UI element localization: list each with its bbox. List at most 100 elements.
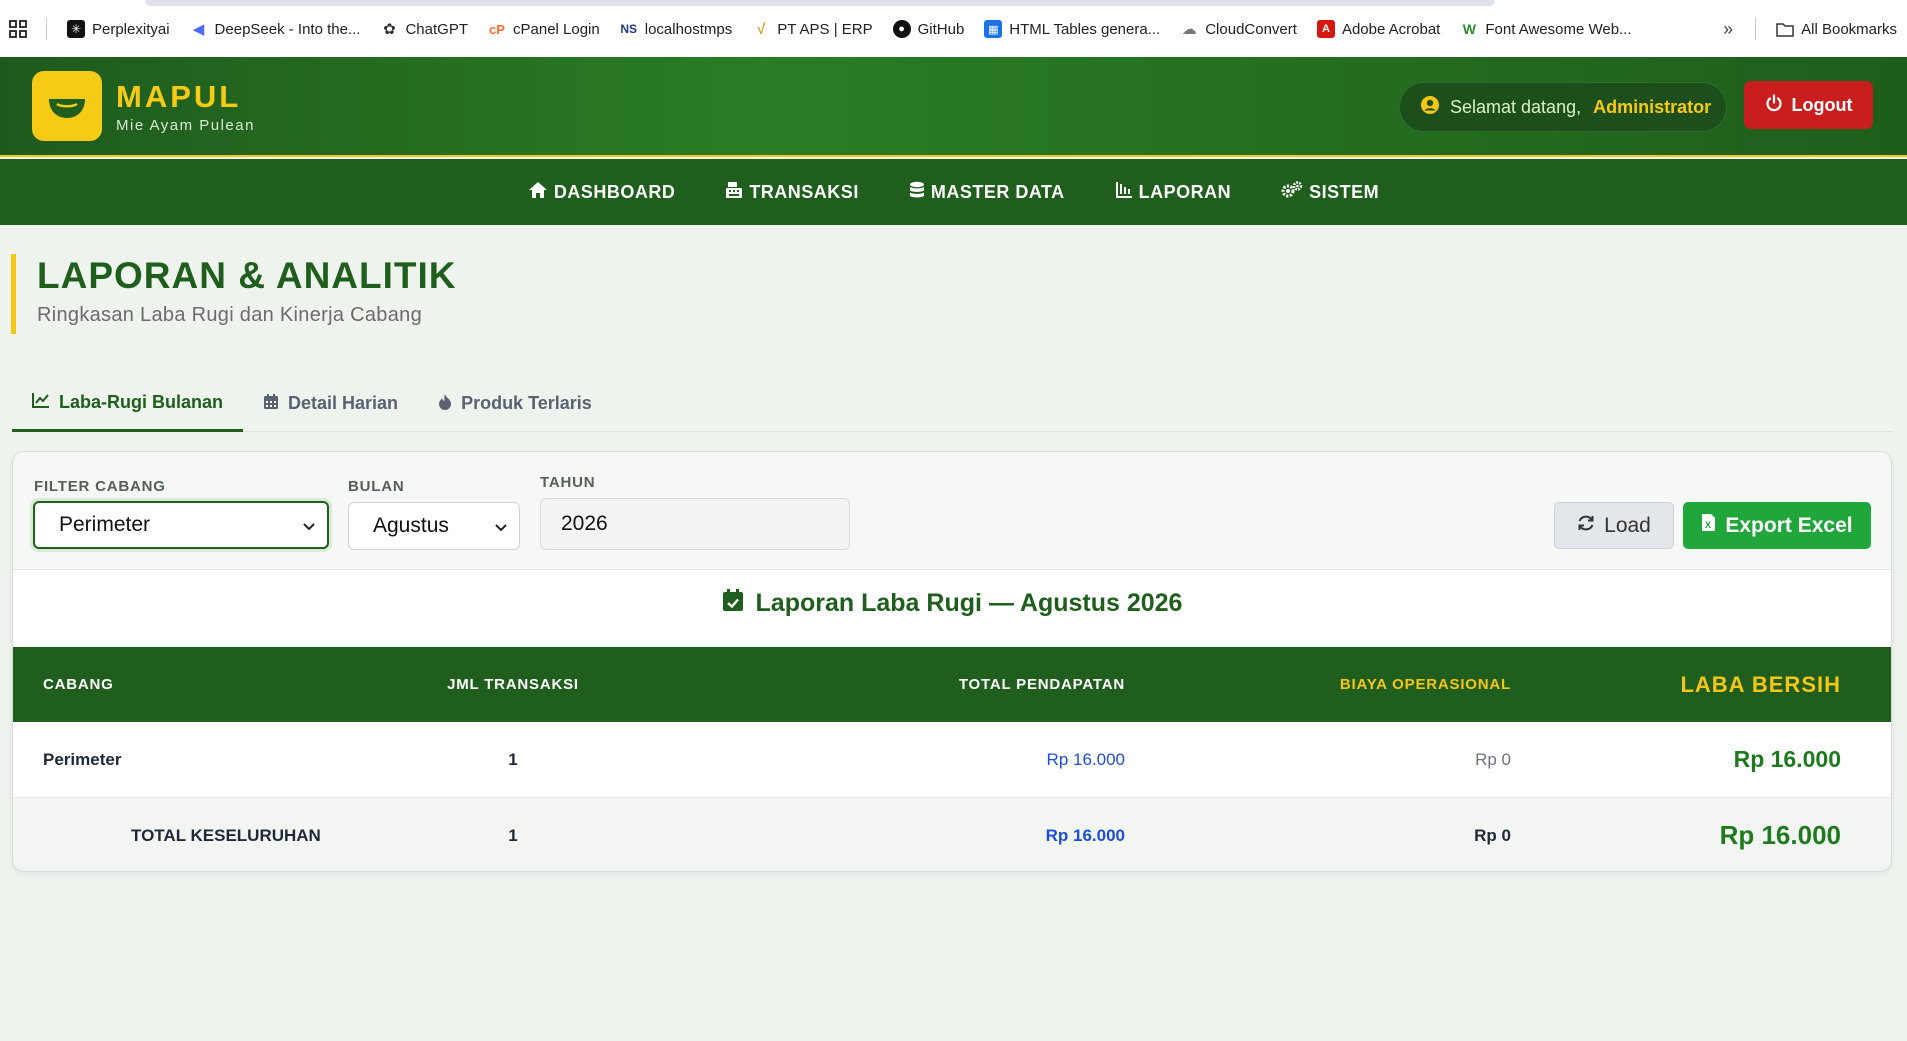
welcome-text: Selamat datang, [1450,96,1582,117]
home-icon [528,181,548,204]
month-filter-label: BULAN [348,478,405,495]
cpanel-icon: cP [489,21,505,37]
gears-icon [1281,180,1303,204]
bookmark-label: DeepSeek - Into the... [214,20,361,38]
year-input-value: 2026 [561,512,608,535]
folder-icon [1776,20,1794,38]
branch-select[interactable]: Perimeter [33,501,329,549]
bookmark-html-tables[interactable]: ▦ HTML Tables genera... [974,12,1170,46]
profit-loss-table: CABANG JML TRANSAKSI TOTAL PENDAPATAN BI… [13,647,1891,871]
brand-subtitle: Mie Ayam Pulean [116,117,255,134]
table-row: Perimeter 1 Rp 16.000 Rp 0 Rp 16.000 [13,722,1891,798]
table-icon: ▦ [984,20,1003,38]
bookmark-erp[interactable]: √ PT APS | ERP [742,12,882,46]
nav-laporan[interactable]: LAPORAN [1115,181,1232,204]
report-title: Laporan Laba Rugi — Agustus 2026 [13,588,1891,619]
col-laba-bersih: LABA BERSIH [1680,671,1841,697]
tab-laba-rugi-bulanan[interactable]: Laba-Rugi Bulanan [12,375,244,432]
cell-biaya-operasional: Rp 0 [1475,749,1511,769]
tab-label: Laba-Rugi Bulanan [59,391,224,412]
load-button[interactable]: Load [1554,502,1674,549]
cell-jml-transaksi: 1 [508,749,518,769]
year-input[interactable]: 2026 [540,498,850,550]
nav-sistem[interactable]: SISTEM [1281,180,1379,204]
all-bookmarks-button[interactable]: All Bookmarks [1766,12,1907,46]
table-total-row: TOTAL KESELURUHAN 1 Rp 16.000 Rp 0 Rp 16… [13,798,1891,871]
bookmark-cpanel[interactable]: cP cPanel Login [478,12,610,46]
chevron-down-icon [303,513,315,537]
logout-button[interactable]: Logout [1744,81,1873,129]
localhost-icon: NS [620,22,638,36]
app-header: MAPUL Mie Ayam Pulean Selamat datang, Ad… [0,57,1907,157]
acrobat-icon: A [1316,20,1335,38]
database-icon [909,181,925,204]
nav-label: MASTER DATA [930,181,1065,202]
nav-label: LAPORAN [1138,181,1232,202]
bookmark-label: Perplexityai [92,20,170,38]
col-total-pendapatan: TOTAL PENDAPATAN [958,676,1125,693]
tab-label: Produk Terlaris [461,393,592,413]
page-heading: LAPORAN & ANALITIK Ringkasan Laba Rugi d… [11,254,457,334]
filter-bar: FILTER CABANG Perimeter BULAN Agustus TA… [13,452,1891,570]
bookmark-localhost[interactable]: NS localhostmps [610,12,743,46]
bookmark-label: HTML Tables genera... [1009,20,1161,38]
page-title: LAPORAN & ANALITIK [37,255,457,296]
nav-transaksi[interactable]: TRANSAKSI [725,181,859,204]
user-name: Administrator [1593,96,1712,117]
line-chart-icon [32,392,50,413]
erp-icon: √ [757,20,766,38]
bookmark-deepseek[interactable]: ◀ DeepSeek - Into the... [180,12,371,46]
bookmark-label: cPanel Login [513,20,600,38]
bookmark-chatgpt[interactable]: ✿ ChatGPT [370,12,478,46]
total-biaya-operasional: Rp 0 [1474,825,1511,845]
export-label: Export Excel [1725,513,1853,537]
bookmark-github[interactable]: ● GitHub [883,12,975,46]
col-biaya-operasional: BIAYA OPERASIONAL [1339,676,1511,693]
report-card: FILTER CABANG Perimeter BULAN Agustus TA… [12,451,1892,872]
power-icon [1765,93,1783,117]
bookmark-fontawesome[interactable]: W Font Awesome Web... [1450,12,1641,46]
month-select-value: Agustus [373,514,449,537]
branch-select-value: Perimeter [59,513,151,536]
nav-label: DASHBOARD [553,181,676,202]
bookmark-label: CloudConvert [1205,20,1297,38]
tab-produk-terlaris[interactable]: Produk Terlaris [418,375,612,432]
cloudconvert-icon: ☁ [1181,21,1197,38]
total-pendapatan: Rp 16.000 [1045,825,1125,845]
nav-dashboard[interactable]: DASHBOARD [528,181,676,204]
nav-master-data[interactable]: MASTER DATA [909,181,1065,204]
cell-laba-bersih: Rp 16.000 [1733,746,1841,772]
apps-grid-icon[interactable] [0,12,36,46]
fire-icon [438,393,452,415]
col-jml-transaksi: JML TRANSAKSI [447,676,579,693]
tab-detail-harian[interactable]: Detail Harian [243,375,418,432]
year-filter-label: TAHUN [540,474,596,491]
bookmark-label: Adobe Acrobat [1341,20,1441,38]
chevron-down-icon [495,514,507,538]
brand-logo[interactable] [32,71,102,141]
excel-file-icon: X [1701,513,1716,538]
bookmark-label: localhostmps [644,20,733,38]
bookmark-perplexity[interactable]: ✳ Perplexityai [57,12,180,46]
page-subtitle: Ringkasan Laba Rugi dan Kinerja Cabang [37,304,422,326]
bowl-icon [49,99,85,118]
total-label: TOTAL KESELURUHAN [131,825,321,845]
main-nav: DASHBOARD TRANSAKSI MASTER DATA LAPORAN … [0,159,1907,225]
col-cabang: CABANG [43,676,114,693]
bookmarks-bar: ✳ Perplexityai ◀ DeepSeek - Into the... … [0,0,1907,57]
logout-label: Logout [1791,94,1853,115]
bookmark-cloudconvert[interactable]: ☁ CloudConvert [1170,12,1307,46]
more-bookmarks-chevron-icon[interactable]: » [1711,19,1745,40]
bookmark-acrobat[interactable]: A Adobe Acrobat [1307,12,1450,46]
report-title-text: Laporan Laba Rugi — Agustus 2026 [755,589,1183,617]
bookmarks-separator [1755,18,1757,40]
github-icon: ● [892,20,911,38]
export-excel-button[interactable]: X Export Excel [1683,502,1871,549]
month-select[interactable]: Agustus [348,502,520,550]
all-bookmarks-label: All Bookmarks [1801,20,1897,38]
calendar-icon [263,393,279,415]
calendar-check-icon [722,588,744,619]
chart-icon [1115,181,1133,204]
cell-total-pendapatan: Rp 16.000 [1046,749,1125,769]
perplexity-icon: ✳ [67,20,85,38]
